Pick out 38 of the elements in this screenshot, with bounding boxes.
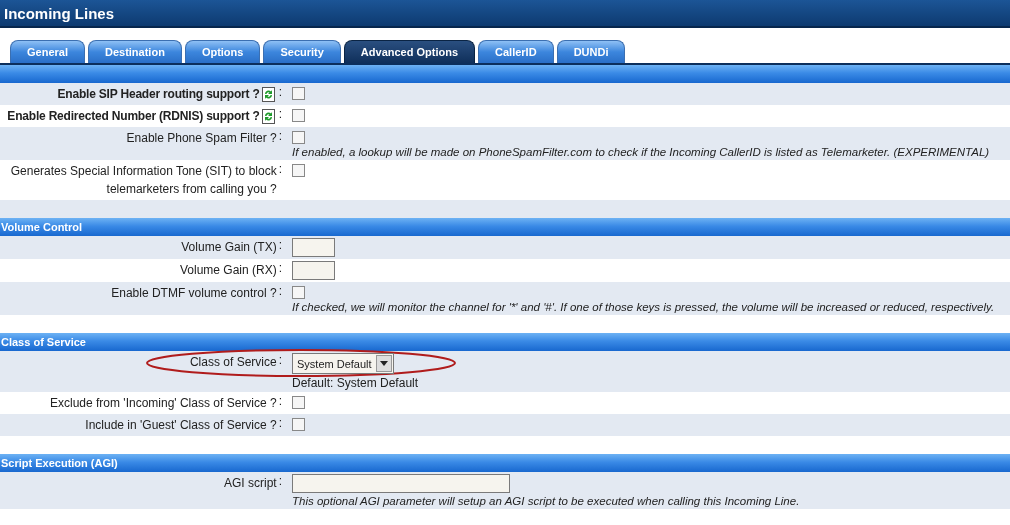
field-label: Class of Service [188,354,277,371]
tab[interactable]: DUNDi [556,40,626,63]
help-text: If checked, we will monitor the channel for '*' and '#'. If one of those keys is pressed, the volume will be increased or reduced, respectively. [292,301,995,313]
field-label: Generates Special Information Tone (SIT) to block telemarketers from calling you ? [9,163,277,198]
field-label: Enable DTMF volume control ? [110,285,277,302]
field-label: Volume Gain (RX) [178,262,277,279]
field-label: AGI script [222,475,277,492]
tab[interactable]: CallerID [478,40,554,63]
field-label: Volume Gain (TX) [180,239,277,256]
help-text: If enabled, a lookup will be made on PhoneSpamFilter.com to check if the Incoming CallerID is listed as Telemarketer. (EXPERIMENTAL) [292,146,990,158]
label-colon: : [277,474,282,488]
default-note: Default: System Default [292,376,419,390]
section-header: Volume Control [0,218,1010,236]
section-header: Script Execution (AGI) [0,454,1010,472]
label-colon: : [277,284,282,298]
label-colon: : [277,162,282,176]
label-colon: : [277,107,282,121]
label-colon: : [277,129,282,143]
field-label: Enable Redirected Number (RDNIS) support ? [6,108,260,125]
tab[interactable]: Advanced Options [343,40,476,63]
label-colon: : [277,85,282,99]
label-colon: : [277,394,282,408]
tab[interactable]: General [10,40,85,63]
field-label: Enable Phone Spam Filter ? [125,130,277,147]
section-header: Class of Service [0,333,1010,351]
tab[interactable]: Security [263,40,341,63]
label-colon: : [277,353,282,367]
tab[interactable]: Destination [87,40,182,63]
page-title: Incoming Lines [0,0,1010,28]
tab[interactable]: Options [184,40,261,63]
field-label: Include in 'Guest' Class of Service ? [84,417,277,434]
label-colon: : [277,261,282,275]
help-text: This optional AGI parameter will setup an AGI script to be executed when calling this Incoming Line. [292,495,800,507]
class-of-service-select[interactable]: System Default [292,353,394,374]
field-label: Enable SIP Header routing support ? [56,86,260,103]
field-label: Exclude from 'Incoming' Class of Service ? [49,395,277,412]
label-colon: : [277,416,282,430]
label-colon: : [277,238,282,252]
